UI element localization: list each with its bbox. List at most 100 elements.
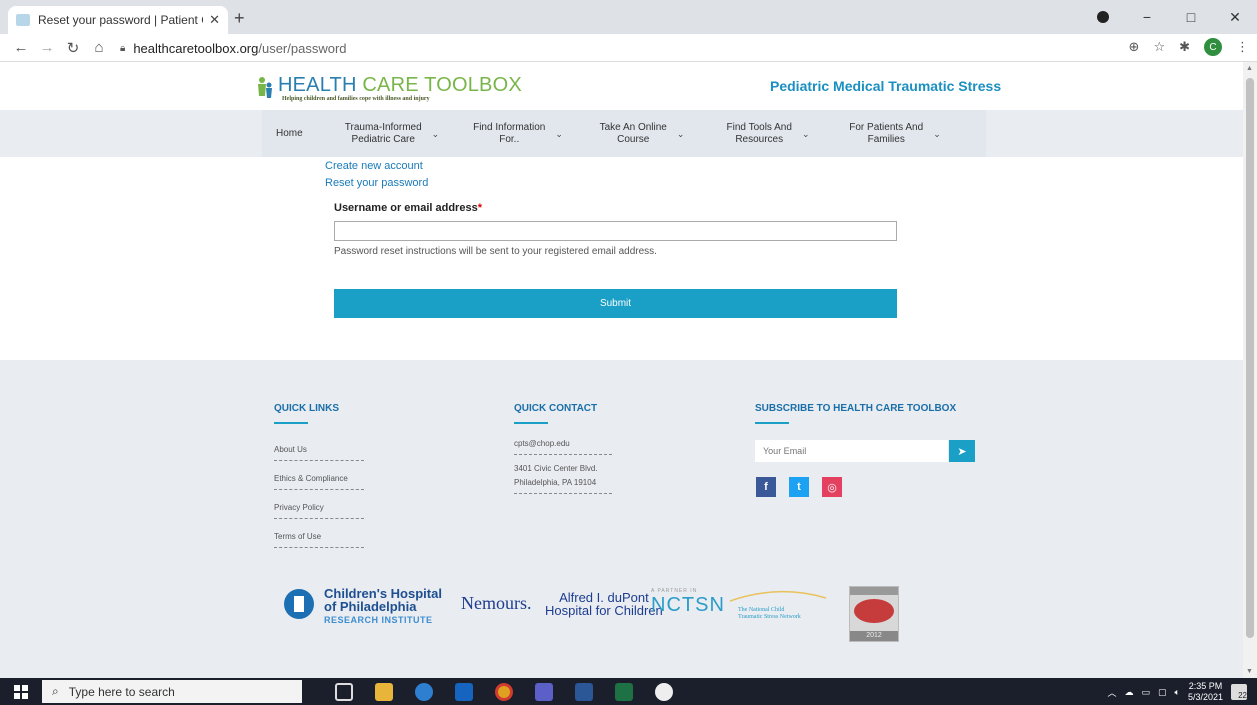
- contact-email-link[interactable]: cpts@chop.edu: [514, 437, 612, 455]
- chop-name-line2: of Philadelphia: [324, 599, 417, 614]
- instagram-icon[interactable]: ◎: [822, 477, 842, 497]
- taskbar-search-box[interactable]: ⌕ Type here to search: [42, 680, 302, 703]
- nav-item-label: For Patients And Families: [849, 121, 924, 145]
- chevron-down-icon: ⌄: [933, 128, 941, 139]
- nav-item-label: Home: [276, 127, 303, 139]
- taskbar-clock[interactable]: 2:35 PM 5/3/2021: [1188, 681, 1223, 703]
- account-links: Create new account Reset your password: [325, 158, 428, 192]
- site-subtitle: Pediatric Medical Traumatic Stress: [770, 78, 1002, 94]
- nctsn-logo[interactable]: A PARTNER IN NCTSN: [651, 588, 725, 617]
- app-wheel-icon[interactable]: [655, 683, 673, 701]
- scroll-up-icon[interactable]: ▲: [1246, 65, 1253, 72]
- extensions-icon[interactable]: ✱: [1179, 39, 1190, 55]
- chevron-down-icon: ⌄: [676, 128, 685, 139]
- tab-title: Reset your password | Patient Ce: [38, 13, 204, 27]
- award-heart-icon: [854, 599, 894, 623]
- close-window-button[interactable]: ✕: [1213, 9, 1257, 26]
- home-icon[interactable]: ⌂: [86, 39, 112, 56]
- zoom-icon[interactable]: ⊕: [1129, 39, 1140, 55]
- submit-button[interactable]: Submit: [334, 289, 897, 318]
- teams-icon[interactable]: [535, 683, 553, 701]
- reset-password-link[interactable]: Reset your password: [325, 175, 428, 192]
- maximize-button[interactable]: □: [1169, 9, 1213, 25]
- address-bar[interactable]: 🔒︎ healthcaretoolbox.org /user/password: [120, 37, 347, 59]
- page-viewport: HEALTH CARE TOOLBOX Helping children and…: [0, 62, 1243, 678]
- ncts-line1: The National Child: [738, 607, 785, 613]
- word-icon[interactable]: [575, 683, 593, 701]
- contact-address-line2: Philadelphia, PA 19104: [514, 476, 612, 494]
- site-logo[interactable]: HEALTH CARE TOOLBOX Helping children and…: [258, 74, 522, 102]
- nemours-wordmark: Nemours: [461, 593, 527, 613]
- web-health-award-badge: 2012: [849, 586, 899, 642]
- footer-link-terms[interactable]: Terms of Use: [274, 532, 364, 548]
- chop-mark-icon: [284, 589, 314, 619]
- quick-links-title: QUICK LINKS: [274, 403, 339, 424]
- nav-item-patients-families[interactable]: For Patients And Families ⌄: [832, 122, 958, 146]
- window-controls: − □ ✕: [1081, 0, 1257, 34]
- footer-link-ethics[interactable]: Ethics & Compliance: [274, 474, 364, 490]
- nav-item-trauma-informed-care[interactable]: Trauma-Informed Pediatric Care ⌄: [328, 122, 456, 146]
- send-icon[interactable]: ➤: [949, 440, 975, 462]
- facebook-icon[interactable]: f: [756, 477, 776, 497]
- footer-link-about[interactable]: About Us: [274, 445, 364, 461]
- bookmark-star-icon[interactable]: ☆: [1153, 39, 1165, 55]
- subscribe-title: SUBSCRIBE TO HEALTH CARE TOOLBOX: [755, 403, 956, 424]
- outlook-icon[interactable]: [455, 683, 473, 701]
- clock-date: 5/3/2021: [1187, 692, 1223, 702]
- nav-item-label: Find Information For..: [473, 121, 546, 145]
- nav-item-online-course[interactable]: Take An Online Course ⌄: [580, 122, 704, 146]
- chevron-down-icon: ⌄: [801, 128, 810, 139]
- back-icon[interactable]: ←: [8, 39, 34, 56]
- volume-icon[interactable]: 🔈︎: [1175, 687, 1180, 698]
- logo-text-health: HEALTH: [278, 74, 363, 96]
- nav-item-find-information[interactable]: Find Information For.. ⌄: [456, 122, 580, 146]
- url-host: healthcaretoolbox.org: [133, 40, 259, 56]
- scrollbar-thumb[interactable]: [1246, 78, 1254, 638]
- notification-center-icon[interactable]: 22: [1231, 684, 1247, 700]
- scroll-down-icon[interactable]: ▼: [1246, 668, 1253, 675]
- required-marker: *: [477, 202, 482, 214]
- page-scrollbar[interactable]: ▲ ▼: [1243, 62, 1257, 678]
- profile-avatar[interactable]: C: [1204, 38, 1222, 56]
- reload-icon[interactable]: ↻: [60, 39, 86, 57]
- nav-item-label: Find Tools And Resources: [726, 121, 792, 145]
- edge-browser-icon[interactable]: [415, 683, 433, 701]
- form-help-text: Password reset instructions will be sent…: [334, 246, 657, 257]
- create-account-link[interactable]: Create new account: [325, 158, 428, 175]
- battery-icon[interactable]: ▭: [1142, 687, 1151, 698]
- nemours-logo[interactable]: Nemours.: [461, 593, 532, 614]
- file-explorer-icon[interactable]: [375, 683, 393, 701]
- forward-icon[interactable]: →: [34, 39, 60, 56]
- chop-logo[interactable]: Children's Hospital of Philadelphia RESE…: [284, 587, 454, 633]
- twitter-icon[interactable]: t: [789, 477, 809, 497]
- contact-address-line1: 3401 Civic Center Blvd.: [514, 464, 598, 473]
- username-email-input[interactable]: [334, 221, 897, 241]
- dupont-hospital-logo[interactable]: Alfred I. duPont Hospital for Children: [545, 591, 663, 617]
- minimize-button[interactable]: −: [1125, 9, 1169, 25]
- task-view-icon[interactable]: [335, 683, 353, 701]
- nav-item-tools-resources[interactable]: Find Tools And Resources ⌄: [704, 122, 832, 146]
- network-icon[interactable]: ▢: [1158, 687, 1167, 698]
- award-year: 2012: [850, 631, 898, 641]
- browser-menu-icon[interactable]: ⋮: [1236, 39, 1249, 55]
- chevron-down-icon: ⌄: [555, 128, 563, 139]
- windows-start-icon[interactable]: [14, 685, 28, 699]
- tray-chevron-up-icon[interactable]: ︿: [1108, 686, 1117, 699]
- taskbar-search-placeholder: Type here to search: [68, 684, 175, 699]
- browser-tab[interactable]: Reset your password | Patient Ce ✕: [8, 6, 228, 34]
- username-label: Username or email address*: [334, 202, 482, 214]
- footer-link-privacy[interactable]: Privacy Policy: [274, 503, 364, 519]
- nctsn-wordmark: NCTSN: [651, 594, 725, 616]
- tab-close-icon[interactable]: ✕: [209, 12, 220, 28]
- new-tab-button[interactable]: +: [234, 8, 245, 29]
- browser-tab-strip: Reset your password | Patient Ce ✕ + − □…: [0, 0, 1257, 34]
- nav-item-label: Take An Online Course: [599, 121, 667, 145]
- subscribe-email-input[interactable]: [755, 440, 948, 462]
- ncts-network-logo[interactable]: The National Child Traumatic Stress Netw…: [728, 589, 828, 620]
- chrome-icon[interactable]: [495, 683, 513, 701]
- excel-icon[interactable]: [615, 683, 633, 701]
- chop-research-institute: RESEARCH INSTITUTE: [324, 615, 433, 625]
- url-path: /user/password: [258, 40, 347, 56]
- onedrive-icon[interactable]: ☁: [1125, 687, 1134, 698]
- nav-item-home[interactable]: Home: [276, 128, 328, 140]
